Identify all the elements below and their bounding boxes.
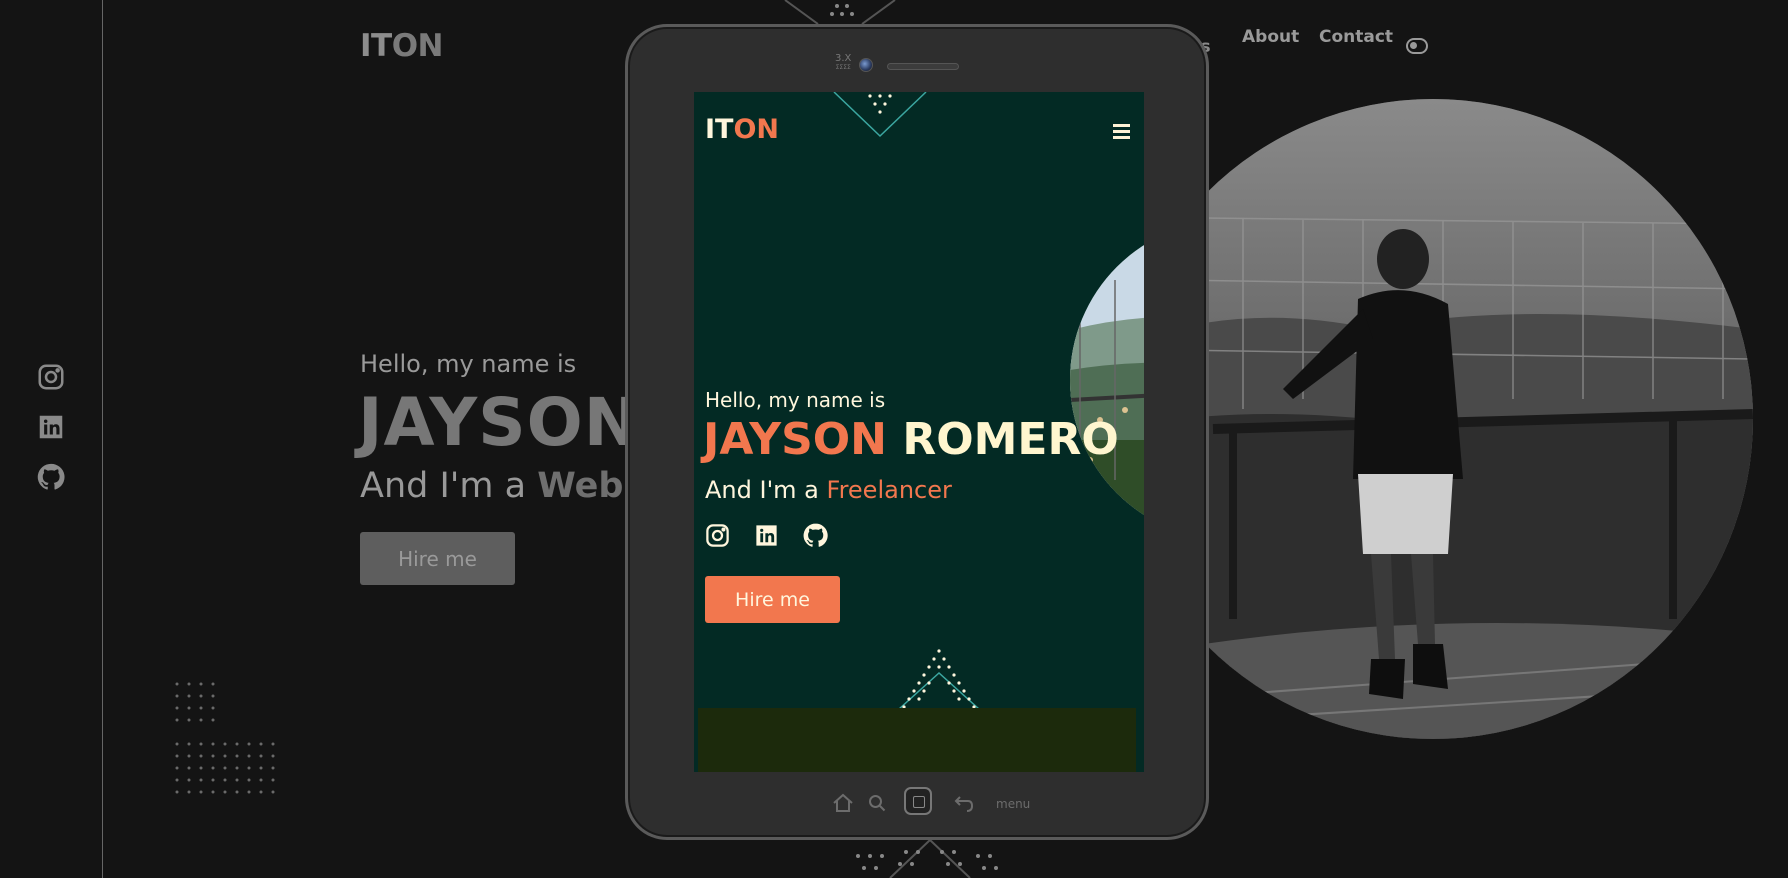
tablet-screen: ITON Hello, my name is JAYSON ROMERO And… xyxy=(694,92,1144,772)
tablet-device: 3.X ΣΣΣΣ ITON Hello, my name is JAYSON RO… xyxy=(625,24,1209,840)
nav-item-contact[interactable]: Contact xyxy=(1319,27,1393,47)
theme-toggle-icon[interactable] xyxy=(1406,38,1428,54)
left-divider xyxy=(102,0,103,878)
search-icon[interactable] xyxy=(868,794,886,812)
menu-button-label[interactable]: menu xyxy=(996,797,1030,811)
linkedin-icon[interactable] xyxy=(753,522,780,549)
hamburger-menu-icon[interactable] xyxy=(1113,124,1130,139)
github-icon[interactable] xyxy=(802,522,829,549)
background-hire-button[interactable]: Hire me xyxy=(360,532,515,585)
dot-pattern-decoration xyxy=(175,682,275,794)
triangle-decoration-top xyxy=(784,0,896,24)
github-icon[interactable] xyxy=(36,462,66,492)
tablet-brand-mark: 3.X ΣΣΣΣ xyxy=(835,53,852,72)
nav-item-about[interactable]: About xyxy=(1242,27,1299,47)
left-social-bar xyxy=(36,362,66,492)
instagram-icon[interactable] xyxy=(36,362,66,392)
screen-triangle-bottom-decoration xyxy=(898,649,980,709)
background-role-text: And I'm a Web D xyxy=(360,466,665,506)
linkedin-icon[interactable] xyxy=(36,412,66,442)
screen-hello-text: Hello, my name is xyxy=(705,388,886,412)
screen-hire-button[interactable]: Hire me xyxy=(705,576,840,623)
screen-social-icons xyxy=(704,522,829,549)
screen-logo[interactable]: ITON xyxy=(705,114,779,145)
screen-role-text: And I'm a Freelancer xyxy=(705,476,952,504)
instagram-icon[interactable] xyxy=(704,522,731,549)
background-logo[interactable]: ITON xyxy=(360,28,444,64)
background-name-heading: JAYSON xyxy=(358,384,640,461)
background-hello-text: Hello, my name is xyxy=(360,350,577,378)
portrait-photo-illustration xyxy=(1113,99,1753,739)
home-outline-icon[interactable] xyxy=(832,793,854,813)
tablet-speaker xyxy=(887,63,959,70)
portrait-photo xyxy=(1113,99,1753,739)
screen-name-heading: JAYSON ROMERO xyxy=(703,414,1119,465)
screen-triangle-top-decoration xyxy=(833,92,927,138)
screen-portrait-photo xyxy=(1070,220,1144,540)
home-button[interactable] xyxy=(904,787,932,815)
back-icon[interactable] xyxy=(954,795,974,813)
tablet-camera-icon xyxy=(859,58,873,72)
screen-next-section xyxy=(698,708,1136,772)
